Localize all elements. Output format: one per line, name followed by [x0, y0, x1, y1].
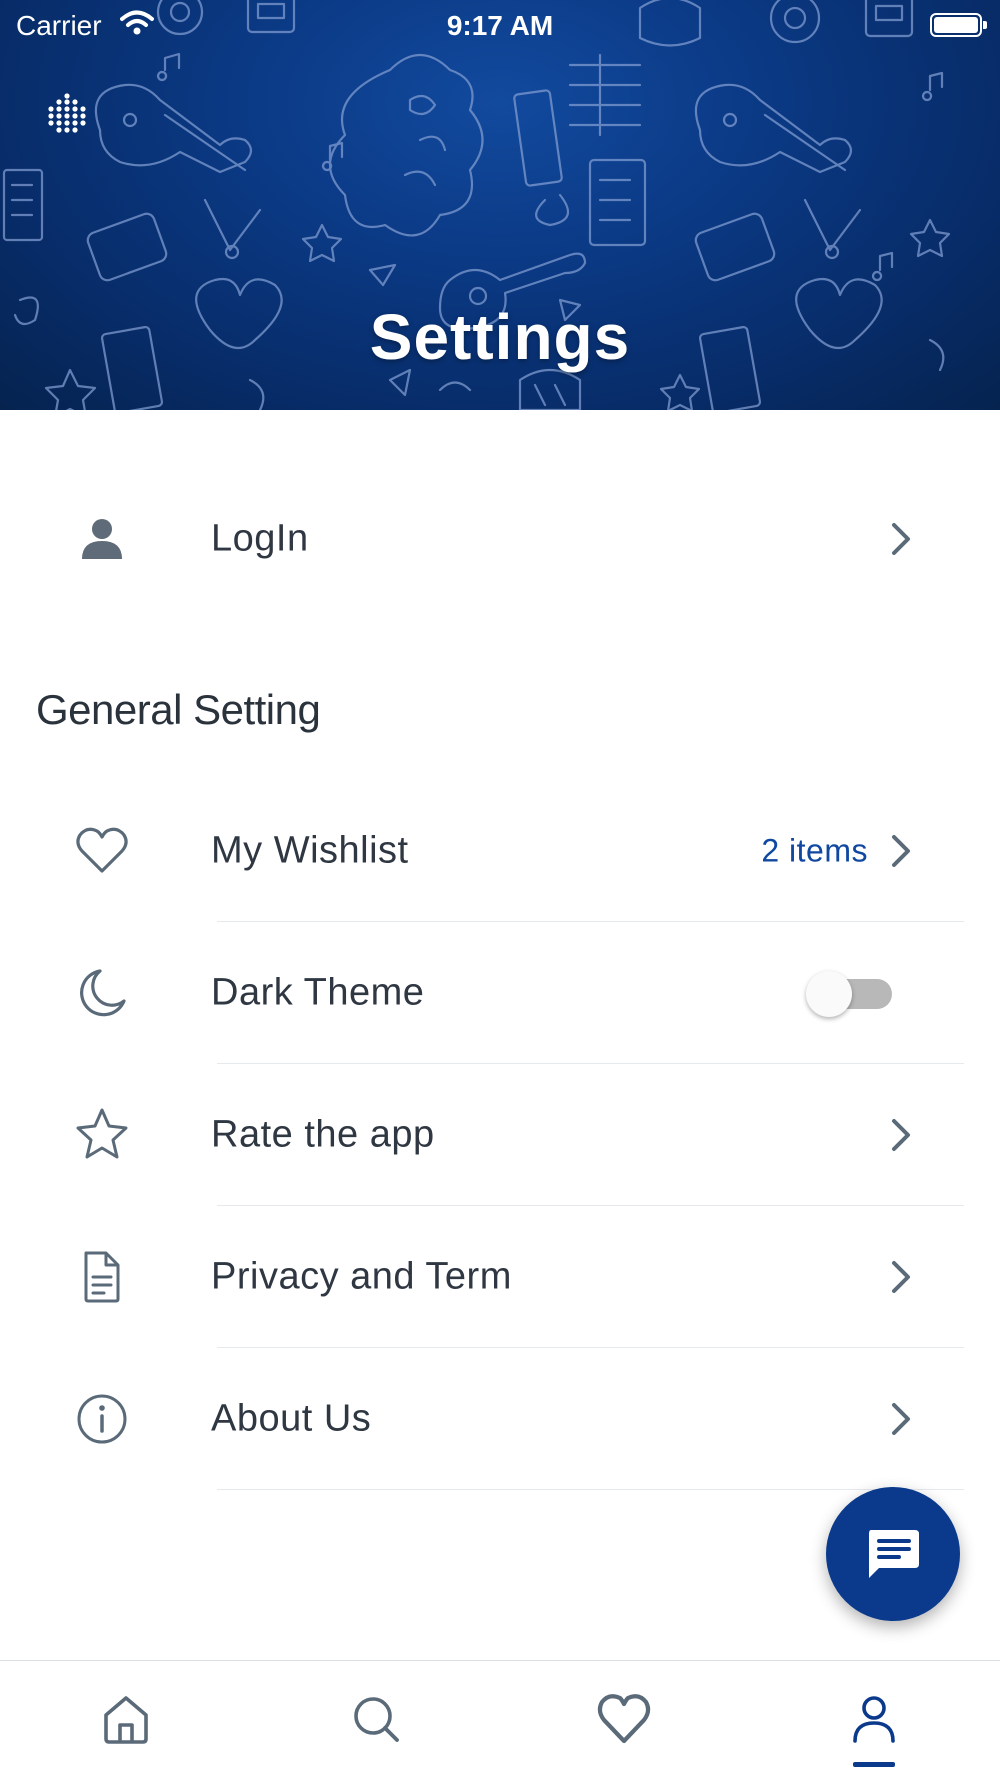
- dark-theme-toggle[interactable]: [806, 971, 894, 1017]
- dark-theme-label: Dark Theme: [211, 971, 425, 1014]
- chat-button[interactable]: [826, 1487, 960, 1621]
- chevron-right-icon: [892, 523, 910, 555]
- battery-icon: [930, 13, 987, 37]
- wishlist-label: My Wishlist: [211, 829, 409, 872]
- wishlist-row[interactable]: My Wishlist 2 items: [0, 780, 1000, 922]
- document-icon: [84, 1251, 120, 1303]
- section-title: General Setting: [36, 686, 321, 733]
- rate-app-row[interactable]: Rate the app: [0, 1064, 1000, 1206]
- wishlist-count: 2 items: [761, 832, 868, 869]
- search-icon[interactable]: [346, 1689, 406, 1749]
- status-bar: Carrier 9:17 AM: [0, 0, 1000, 50]
- dots-grid-icon[interactable]: [42, 90, 92, 140]
- page-title: Settings: [369, 301, 631, 373]
- divider: [217, 1489, 964, 1490]
- home-icon[interactable]: [96, 1689, 156, 1749]
- about-row[interactable]: About Us: [0, 1348, 1000, 1490]
- rate-app-label: Rate the app: [211, 1113, 435, 1156]
- profile-icon[interactable]: [844, 1689, 904, 1749]
- header-banner: Carrier 9:17 AM Settings: [0, 0, 1000, 410]
- moon-icon: [80, 969, 126, 1017]
- chevron-right-icon: [892, 1119, 910, 1151]
- star-icon: [76, 1108, 128, 1159]
- dark-theme-row: Dark Theme: [0, 922, 1000, 1064]
- chevron-right-icon: [892, 1261, 910, 1293]
- status-time: 9:17 AM: [446, 10, 554, 41]
- login-label: LogIn: [211, 517, 309, 560]
- info-icon: [77, 1394, 127, 1444]
- login-row[interactable]: LogIn: [0, 468, 1000, 610]
- heart-icon[interactable]: [594, 1689, 654, 1749]
- chevron-right-icon: [892, 835, 910, 867]
- heart-icon: [76, 827, 128, 873]
- privacy-row[interactable]: Privacy and Term: [0, 1206, 1000, 1348]
- privacy-label: Privacy and Term: [211, 1255, 512, 1298]
- active-tab-indicator: [853, 1762, 895, 1767]
- about-label: About Us: [211, 1397, 372, 1440]
- person-icon: [82, 519, 122, 559]
- bottom-nav: [0, 1660, 1000, 1778]
- chevron-right-icon: [892, 1403, 910, 1435]
- chat-icon: [869, 1530, 919, 1578]
